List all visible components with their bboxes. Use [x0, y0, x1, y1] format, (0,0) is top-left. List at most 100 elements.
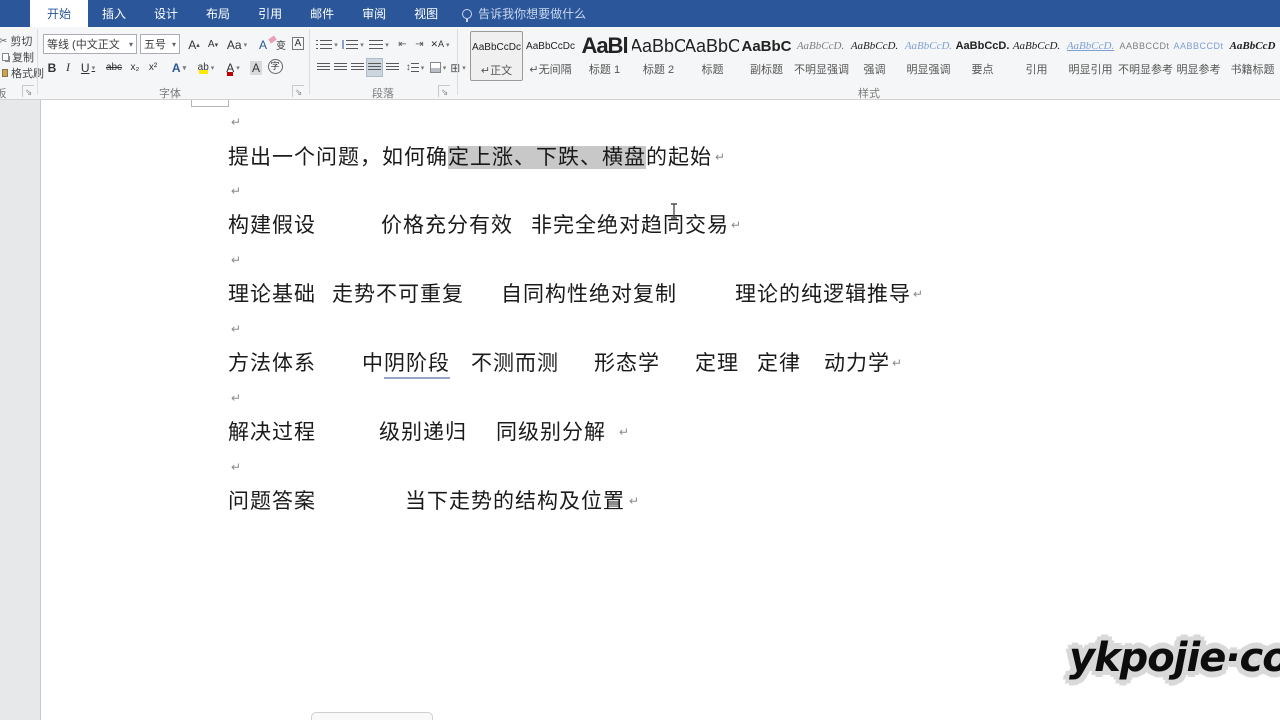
asian-layout-icon: ✕A: [430, 39, 444, 50]
font-size-select[interactable]: 五号: [140, 34, 180, 54]
style-card-title[interactable]: AaBbC 标题: [686, 31, 739, 81]
doc-text: 不测而测: [471, 347, 559, 377]
paragraph-mark: ↵: [231, 322, 241, 336]
style-card-subtitle[interactable]: AaBbC 副标题: [740, 31, 793, 81]
style-card-emphasis[interactable]: AaBbCcD. 强调: [848, 31, 901, 81]
font-name-select[interactable]: 等线 (中文正文: [43, 34, 137, 54]
justify-button[interactable]: [366, 58, 383, 77]
font-dialog-launcher[interactable]: ⇘: [292, 85, 304, 97]
doc-text: 理论基础: [228, 278, 316, 308]
style-sample: AaBbC: [632, 31, 685, 61]
tab-insert[interactable]: 插入: [88, 0, 140, 27]
align-left-button[interactable]: [315, 58, 332, 77]
shading-button[interactable]: [428, 58, 448, 77]
style-sample: AaBbC: [686, 31, 739, 61]
paragraph-mark: ↵: [892, 356, 902, 370]
style-sample: AaBbCcD.: [902, 31, 955, 61]
clipboard-dialog-launcher[interactable]: ⇘: [22, 85, 34, 97]
increase-indent-button[interactable]: ⇥: [411, 35, 428, 54]
style-card-strong[interactable]: AaBbCcD. 要点: [956, 31, 1009, 81]
style-card-no-spacing[interactable]: AaBbCcDc ↵无间隔: [524, 31, 577, 81]
style-card-subtle-reference[interactable]: AABBCCDt 不明显参考: [1118, 31, 1171, 81]
bullets-button[interactable]: [315, 35, 339, 54]
tell-me-box[interactable]: 告诉我你想要做什么: [452, 0, 596, 27]
style-card-heading1[interactable]: AaBl 标题 1: [578, 31, 631, 81]
doc-text: 的起始: [646, 146, 712, 169]
subscript-button[interactable]: x₂: [126, 58, 144, 77]
distribute-button[interactable]: [384, 58, 401, 77]
text-effects-button[interactable]: A: [167, 58, 191, 77]
doc-text: 构建假设: [228, 209, 316, 239]
style-card-intense-emphasis[interactable]: AaBbCcD. 明显强调: [902, 31, 955, 81]
cut-button[interactable]: ✂ 剪切: [2, 33, 32, 49]
doc-line-6: 问题答案 当下走势的结构及位置 ↵: [41, 485, 1280, 513]
increase-indent-icon: ⇥: [415, 39, 423, 50]
doc-line-3: 理论基础 走势不可重复 自同构性绝对复制 理论的纯逻辑推导 ↵: [41, 278, 1280, 306]
doc-text: 中: [362, 347, 384, 377]
bold-button[interactable]: B: [44, 58, 60, 77]
grow-font-button[interactable]: A: [185, 35, 203, 54]
enclose-characters-button[interactable]: 字: [266, 57, 284, 76]
tab-design[interactable]: 设计: [140, 0, 192, 27]
align-right-button[interactable]: [349, 58, 366, 77]
font-color-button[interactable]: A: [221, 58, 245, 77]
ribbon-tab-bar: 开始 插入 设计 布局 引用 邮件 审阅 视图 告诉我你想要做什么: [0, 0, 1280, 27]
style-sample: AaBbCcD: [1226, 31, 1279, 61]
numbering-icon: [342, 40, 344, 49]
tab-home[interactable]: 开始: [30, 0, 88, 27]
decrease-indent-icon: ⇤: [398, 39, 406, 50]
style-card-book-title[interactable]: AaBbCcD 书籍标题: [1226, 31, 1279, 81]
document-page[interactable]: ↵ ↵ ↵ ↵ ↵ ↵ 提出一个问题，如何确定上涨、下跌、横盘的起始 ↵ 构建假…: [40, 100, 1280, 720]
style-sample: AaBbCcD.: [794, 31, 847, 61]
tab-view[interactable]: 视图: [400, 0, 452, 27]
multilevel-list-button[interactable]: [367, 35, 391, 54]
change-case-icon: Aa: [227, 38, 242, 52]
format-painter-label: 格式刷: [11, 65, 44, 81]
style-card-subtle-emphasis[interactable]: AaBbCcD. 不明显强调: [794, 31, 847, 81]
phonetic-guide-button[interactable]: 变: [272, 35, 290, 54]
style-name: ↵无间隔: [524, 61, 577, 77]
style-name: 书籍标题: [1226, 61, 1279, 77]
character-shading-icon: A: [250, 61, 262, 75]
grow-font-icon: A: [188, 38, 196, 52]
underline-button[interactable]: U: [76, 58, 100, 77]
text-highlight-button[interactable]: ab: [193, 58, 219, 77]
numbering-button[interactable]: [341, 35, 365, 54]
cut-label: 剪切: [10, 33, 32, 49]
tab-mailings[interactable]: 邮件: [296, 0, 348, 27]
superscript-button[interactable]: x²: [144, 58, 162, 77]
character-border-button[interactable]: A: [290, 34, 306, 53]
change-case-button[interactable]: Aa: [224, 35, 250, 54]
asian-layout-button[interactable]: ✕A: [429, 35, 451, 54]
borders-icon: ⊞: [450, 61, 460, 75]
doc-text: 非完全绝对趋同交易: [531, 209, 729, 239]
style-card-intense-reference[interactable]: AABBCCDt 明显参考: [1172, 31, 1225, 81]
clear-formatting-button[interactable]: A: [254, 35, 272, 54]
style-card-intense-quote[interactable]: AaBbCcD. 明显引用: [1064, 31, 1117, 81]
character-shading-button[interactable]: A: [247, 58, 265, 77]
doc-text: 走势不可重复: [332, 278, 464, 308]
character-border-icon: A: [292, 37, 305, 50]
italic-button[interactable]: I: [61, 58, 75, 77]
superscript-icon: x²: [149, 62, 157, 73]
ribbon: ✂ 剪切 复制 格式刷 板 ⇘ 等线 (中文正文 五号 A A Aa A 变 A…: [0, 27, 1280, 100]
strikethrough-icon: abc: [106, 62, 122, 73]
borders-button[interactable]: ⊞: [448, 58, 468, 77]
decrease-indent-button[interactable]: ⇤: [394, 35, 411, 54]
style-name: 引用: [1010, 61, 1063, 77]
style-card-normal[interactable]: AaBbCcDc ↵正文: [470, 31, 523, 81]
shrink-font-button[interactable]: A: [204, 35, 222, 54]
strikethrough-button[interactable]: abc: [102, 58, 126, 77]
align-center-button[interactable]: [332, 58, 349, 77]
tab-layout[interactable]: 布局: [192, 0, 244, 27]
distribute-icon: [386, 63, 399, 72]
style-name: 标题 2: [632, 61, 685, 77]
copy-button[interactable]: 复制: [2, 49, 34, 65]
style-card-heading2[interactable]: AaBbC 标题 2: [632, 31, 685, 81]
tab-review[interactable]: 审阅: [348, 0, 400, 27]
style-card-quote[interactable]: AaBbCcD. 引用: [1010, 31, 1063, 81]
style-name: 副标题: [740, 61, 793, 77]
line-spacing-button[interactable]: ↕: [404, 58, 426, 77]
tab-references[interactable]: 引用: [244, 0, 296, 27]
paragraph-dialog-launcher[interactable]: ⇘: [438, 85, 450, 97]
